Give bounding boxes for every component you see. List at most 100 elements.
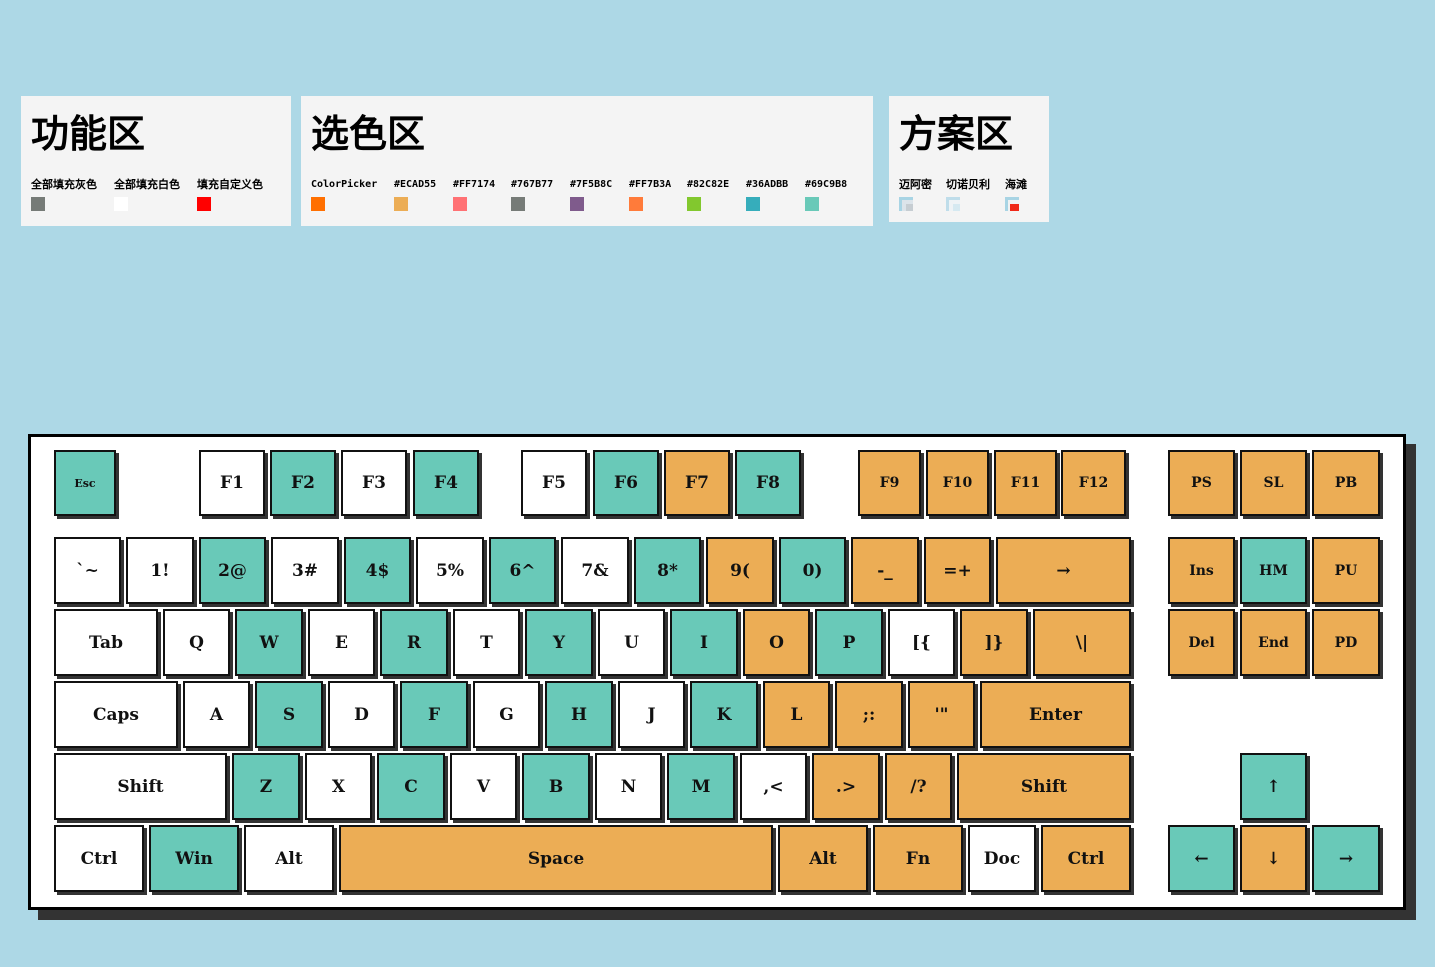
key-p[interactable]: P (815, 609, 883, 676)
key-caps[interactable]: Caps (54, 681, 178, 748)
key-s[interactable]: S (255, 681, 323, 748)
key-1[interactable]: 1! (126, 537, 194, 604)
key-6[interactable]: 6^ (489, 537, 556, 604)
swatch-767b77[interactable] (511, 197, 525, 211)
key-ralt[interactable]: Alt (778, 825, 868, 892)
key-right[interactable]: → (1312, 825, 1380, 892)
key-f8[interactable]: F8 (735, 450, 801, 516)
key-7[interactable]: 7& (561, 537, 629, 604)
key-v[interactable]: V (450, 753, 517, 820)
key-d[interactable]: D (328, 681, 395, 748)
key-f6[interactable]: F6 (593, 450, 659, 516)
fill-custom-option[interactable]: 填充自定义色 (197, 178, 263, 211)
key-left[interactable]: ← (1168, 825, 1235, 892)
swatch-36adbb-option[interactable]: #36ADBB (746, 178, 788, 211)
fill-all-gray-option[interactable]: 全部填充灰色 (31, 178, 97, 211)
key-f7[interactable]: F7 (664, 450, 730, 516)
key-m[interactable]: M (667, 753, 735, 820)
key-k[interactable]: K (690, 681, 758, 748)
key-rbracket[interactable]: ]} (960, 609, 1028, 676)
swatch-767b77-option[interactable]: #767B77 (511, 178, 553, 211)
key-down[interactable]: ↓ (1240, 825, 1307, 892)
key-sl[interactable]: SL (1240, 450, 1307, 516)
key-f3[interactable]: F3 (341, 450, 407, 516)
key-ps[interactable]: PS (1168, 450, 1235, 516)
key-j[interactable]: J (618, 681, 685, 748)
key-space[interactable]: Space (339, 825, 773, 892)
swatch-36adbb[interactable] (746, 197, 760, 211)
swatch-ff7b3a[interactable] (629, 197, 643, 211)
key-comma[interactable]: ,< (740, 753, 807, 820)
key-grave[interactable]: `~ (54, 537, 121, 604)
key-minus[interactable]: -_ (851, 537, 919, 604)
key-a[interactable]: A (183, 681, 250, 748)
key-hm[interactable]: HM (1240, 537, 1307, 604)
key-q[interactable]: Q (163, 609, 230, 676)
key-0[interactable]: 0) (779, 537, 846, 604)
key-tab[interactable]: Tab (54, 609, 158, 676)
swatch-ff7174-option[interactable]: #FF7174 (453, 178, 495, 211)
key-win[interactable]: Win (149, 825, 239, 892)
key-rctrl[interactable]: Ctrl (1041, 825, 1131, 892)
scheme-beach-option[interactable]: 海滩 (1005, 178, 1027, 211)
key-doc[interactable]: Doc (968, 825, 1036, 892)
key-f12[interactable]: F12 (1061, 450, 1126, 516)
color-picker-swatch[interactable] (311, 197, 325, 211)
fill-all-white-swatch[interactable] (114, 197, 128, 211)
scheme-miami-preview[interactable] (899, 197, 913, 211)
key-lalt[interactable]: Alt (244, 825, 334, 892)
key-b[interactable]: B (522, 753, 590, 820)
key-pb[interactable]: PB (1312, 450, 1380, 516)
key-f4[interactable]: F4 (413, 450, 479, 516)
fill-custom-swatch[interactable] (197, 197, 211, 211)
key-r[interactable]: R (380, 609, 448, 676)
key-lbracket[interactable]: [{ (888, 609, 955, 676)
key-f1[interactable]: F1 (199, 450, 265, 516)
key-f5[interactable]: F5 (521, 450, 587, 516)
key-fn[interactable]: Fn (873, 825, 963, 892)
key-f2[interactable]: F2 (270, 450, 336, 516)
key-period[interactable]: .> (812, 753, 880, 820)
key-f10[interactable]: F10 (926, 450, 989, 516)
key-t[interactable]: T (453, 609, 520, 676)
swatch-ff7b3a-option[interactable]: #FF7B3A (629, 178, 671, 211)
scheme-miami-option[interactable]: 迈阿密 (899, 178, 932, 211)
key-equal[interactable]: =+ (924, 537, 991, 604)
key-backspace[interactable]: → (996, 537, 1131, 604)
key-l[interactable]: L (763, 681, 830, 748)
key-pd[interactable]: PD (1312, 609, 1380, 676)
key-rshift[interactable]: Shift (957, 753, 1131, 820)
scheme-chernobyl-preview[interactable] (946, 197, 960, 211)
key-up[interactable]: ↑ (1240, 753, 1307, 820)
key-lshift[interactable]: Shift (54, 753, 227, 820)
fill-all-gray-swatch[interactable] (31, 197, 45, 211)
key-z[interactable]: Z (232, 753, 300, 820)
key-f[interactable]: F (400, 681, 468, 748)
swatch-7f5b8c-option[interactable]: #7F5B8C (570, 178, 612, 211)
key-u[interactable]: U (598, 609, 665, 676)
key-enter[interactable]: Enter (980, 681, 1131, 748)
key-w[interactable]: W (235, 609, 303, 676)
key-5[interactable]: 5% (416, 537, 484, 604)
swatch-82c82e[interactable] (687, 197, 701, 211)
scheme-beach-preview[interactable] (1005, 197, 1019, 211)
key-f11[interactable]: F11 (994, 450, 1057, 516)
key-4[interactable]: 4$ (344, 537, 411, 604)
key-n[interactable]: N (595, 753, 662, 820)
key-f9[interactable]: F9 (858, 450, 921, 516)
key-2[interactable]: 2@ (199, 537, 266, 604)
scheme-chernobyl-option[interactable]: 切诺贝利 (946, 178, 990, 211)
key-y[interactable]: Y (525, 609, 593, 676)
color-picker-option[interactable]: ColorPicker (311, 178, 377, 211)
swatch-69c9b8[interactable] (805, 197, 819, 211)
swatch-69c9b8-option[interactable]: #69C9B8 (805, 178, 847, 211)
key-3[interactable]: 3# (271, 537, 339, 604)
key-c[interactable]: C (377, 753, 445, 820)
swatch-ecad55-option[interactable]: #ECAD55 (394, 178, 436, 211)
key-semicolon[interactable]: ;: (835, 681, 903, 748)
swatch-ecad55[interactable] (394, 197, 408, 211)
key-e[interactable]: E (308, 609, 375, 676)
key-i[interactable]: I (670, 609, 738, 676)
key-quote[interactable]: '" (908, 681, 975, 748)
key-slash[interactable]: /? (885, 753, 952, 820)
